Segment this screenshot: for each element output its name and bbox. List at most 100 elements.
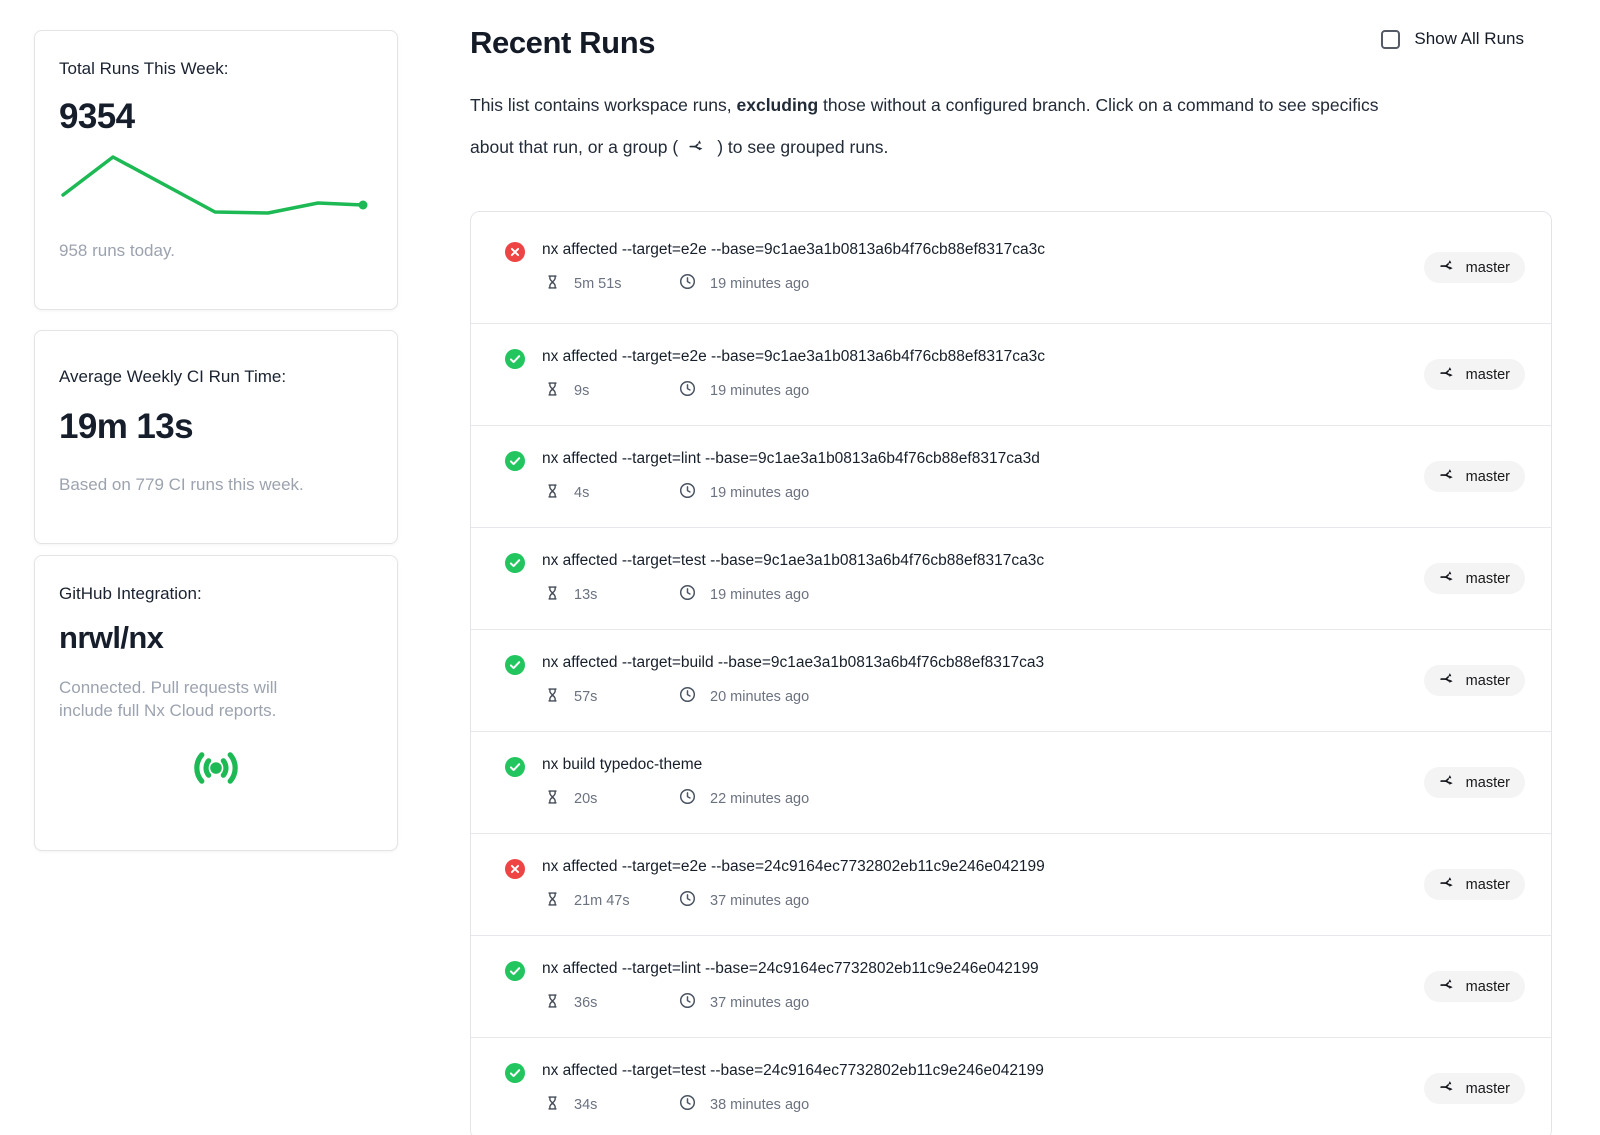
hourglass-icon <box>545 1095 560 1115</box>
branch-split-icon <box>1439 257 1457 279</box>
branch-button[interactable]: master <box>1424 252 1525 283</box>
branch-button[interactable]: master <box>1424 1073 1525 1104</box>
run-command[interactable]: nx affected --target=build --base=9c1ae3… <box>542 654 1044 672</box>
branch-split-icon <box>1439 874 1457 896</box>
clock-icon <box>679 380 696 401</box>
branch-split-icon <box>1439 1078 1457 1100</box>
branch-name: master <box>1466 877 1510 893</box>
run-duration: 21m 47s <box>574 893 679 909</box>
branch-button[interactable]: master <box>1424 359 1525 390</box>
run-time-ago: 19 minutes ago <box>710 383 809 399</box>
run-time-ago: 22 minutes ago <box>710 791 809 807</box>
hourglass-icon <box>545 483 560 503</box>
run-row[interactable]: nx affected --target=build --base=9c1ae3… <box>471 629 1551 731</box>
run-duration: 5m 51s <box>574 276 679 292</box>
description-bold-text: excluding <box>737 95 819 115</box>
run-command[interactable]: nx affected --target=e2e --base=24c9164e… <box>542 858 1045 876</box>
status-success-icon <box>505 757 525 782</box>
run-command[interactable]: nx affected --target=e2e --base=9c1ae3a1… <box>542 241 1045 259</box>
hourglass-icon <box>545 891 560 911</box>
status-success-icon <box>505 349 525 374</box>
run-row[interactable]: nx affected --target=e2e --base=24c9164e… <box>471 833 1551 935</box>
total-runs-card: Total Runs This Week: 9354 958 runs toda… <box>34 30 398 310</box>
avg-run-time-card: Average Weekly CI Run Time: 19m 13s Base… <box>34 330 398 544</box>
run-command[interactable]: nx affected --target=test --base=9c1ae3a… <box>542 552 1044 570</box>
branch-button[interactable]: master <box>1424 461 1525 492</box>
status-success-icon <box>505 451 525 476</box>
hourglass-icon <box>545 687 560 707</box>
run-row[interactable]: nx affected --target=lint --base=9c1ae3a… <box>471 425 1551 527</box>
branch-button[interactable]: master <box>1424 563 1525 594</box>
branch-button[interactable]: master <box>1424 665 1525 696</box>
branch-split-icon <box>1439 364 1457 386</box>
branch-name: master <box>1466 571 1510 587</box>
github-integration-label: GitHub Integration: <box>59 584 373 604</box>
branch-split-icon <box>1439 466 1457 488</box>
avg-run-time-subtext: Based on 779 CI runs this week. <box>59 475 373 495</box>
branch-name: master <box>1466 775 1510 791</box>
run-time-ago: 38 minutes ago <box>710 1097 809 1113</box>
run-row[interactable]: nx affected --target=test --base=9c1ae3a… <box>471 527 1551 629</box>
branch-name: master <box>1466 260 1510 276</box>
status-success-icon <box>505 553 525 578</box>
avg-run-time-label: Average Weekly CI Run Time: <box>59 367 373 387</box>
status-success-icon <box>505 961 525 986</box>
branch-name: master <box>1466 367 1510 383</box>
clock-icon <box>679 788 696 809</box>
total-runs-subtext: 958 runs today. <box>59 241 373 261</box>
run-command[interactable]: nx affected --target=lint --base=24c9164… <box>542 960 1039 978</box>
show-all-runs-toggle[interactable]: Show All Runs <box>1381 29 1524 49</box>
run-time-ago: 19 minutes ago <box>710 485 809 501</box>
github-integration-card: GitHub Integration: nrwl/nx Connected. P… <box>34 555 398 851</box>
hourglass-icon <box>545 381 560 401</box>
status-failed-icon <box>505 859 525 884</box>
show-all-runs-checkbox[interactable] <box>1381 30 1400 49</box>
total-runs-sparkline <box>63 155 369 221</box>
run-row[interactable]: nx affected --target=lint --base=24c9164… <box>471 935 1551 1037</box>
run-duration: 34s <box>574 1097 679 1113</box>
broadcast-icon <box>188 779 244 796</box>
branch-button[interactable]: master <box>1424 971 1525 1002</box>
run-duration: 20s <box>574 791 679 807</box>
branch-button[interactable]: master <box>1424 767 1525 798</box>
github-integration-subtext: Connected. Pull requests will include fu… <box>59 676 329 722</box>
clock-icon <box>679 992 696 1013</box>
run-duration: 36s <box>574 995 679 1011</box>
run-row[interactable]: nx affected --target=test --base=24c9164… <box>471 1037 1551 1135</box>
run-row[interactable]: nx build typedoc-theme 20s <box>471 731 1551 833</box>
branch-split-icon <box>1439 976 1457 998</box>
hourglass-icon <box>545 789 560 809</box>
show-all-runs-label: Show All Runs <box>1414 29 1524 49</box>
run-duration: 57s <box>574 689 679 705</box>
run-command[interactable]: nx build typedoc-theme <box>542 756 809 774</box>
description-text: those without a configured branch. Click… <box>818 95 1378 115</box>
branch-button[interactable]: master <box>1424 869 1525 900</box>
run-command[interactable]: nx affected --target=e2e --base=9c1ae3a1… <box>542 348 1045 366</box>
run-command[interactable]: nx affected --target=test --base=24c9164… <box>542 1062 1044 1080</box>
run-duration: 13s <box>574 587 679 603</box>
run-time-ago: 19 minutes ago <box>710 276 809 292</box>
run-command[interactable]: nx affected --target=lint --base=9c1ae3a… <box>542 450 1040 468</box>
run-time-ago: 19 minutes ago <box>710 587 809 603</box>
page-title: Recent Runs <box>470 25 655 61</box>
github-repo-name: nrwl/nx <box>59 620 373 656</box>
clock-icon <box>679 1094 696 1115</box>
branch-name: master <box>1466 469 1510 485</box>
branch-split-icon <box>1439 568 1457 590</box>
clock-icon <box>679 482 696 503</box>
hourglass-icon <box>545 993 560 1013</box>
run-row[interactable]: nx affected --target=e2e --base=9c1ae3a1… <box>471 323 1551 425</box>
run-time-ago: 37 minutes ago <box>710 995 809 1011</box>
run-time-ago: 37 minutes ago <box>710 893 809 909</box>
nx-cloud-dashboard: Total Runs This Week: 9354 958 runs toda… <box>0 0 1600 1135</box>
branch-name: master <box>1466 979 1510 995</box>
run-duration: 4s <box>574 485 679 501</box>
branch-split-icon <box>688 129 707 171</box>
run-time-ago: 20 minutes ago <box>710 689 809 705</box>
description-text: about that run, or a group ( <box>470 137 678 157</box>
run-duration: 9s <box>574 383 679 399</box>
run-row[interactable]: nx affected --target=e2e --base=9c1ae3a1… <box>471 212 1551 323</box>
runs-list: nx affected --target=e2e --base=9c1ae3a1… <box>470 211 1552 1135</box>
status-success-icon <box>505 655 525 680</box>
hourglass-icon <box>545 585 560 605</box>
